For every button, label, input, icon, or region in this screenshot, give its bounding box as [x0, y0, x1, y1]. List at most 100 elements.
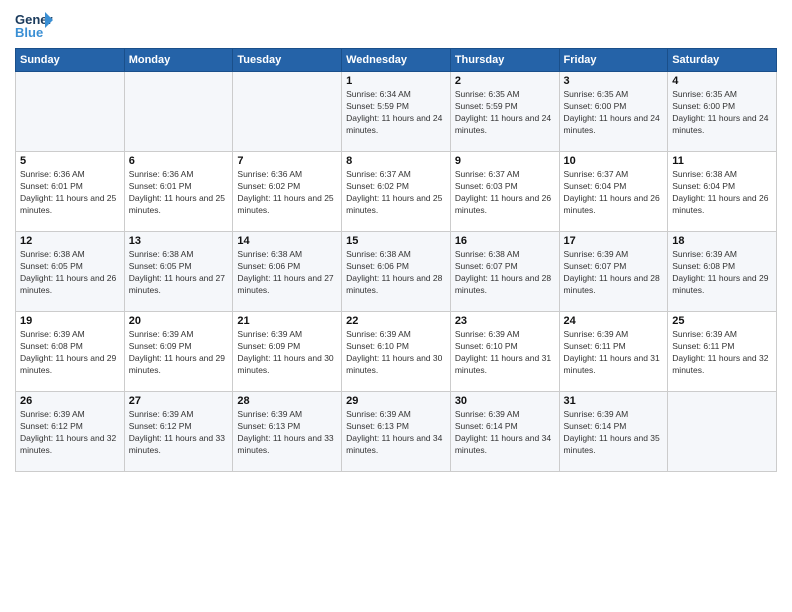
day-number: 26 — [20, 395, 120, 407]
day-number: 24 — [564, 315, 664, 327]
table-row: 22 Sunrise: 6:39 AMSunset: 6:10 PMDayligh… — [342, 312, 451, 392]
table-row: 28Sunrise: 6:39 AMSunset: 6:13 PMDayligh… — [233, 392, 342, 472]
day-info: Sunrise: 6:39 AMSunset: 6:10 PMDaylight:… — [346, 329, 446, 377]
table-row: 21Sunrise: 6:39 AMSunset: 6:09 PMDayligh… — [233, 312, 342, 392]
table-row — [668, 392, 777, 472]
logo: General Blue — [15, 10, 53, 40]
table-row: 10 Sunrise: 6:37 AMSunset: 6:04 PMDayligh… — [559, 152, 668, 232]
day-number: 8 — [346, 155, 446, 167]
day-number: 22 — [346, 315, 446, 327]
table-row: 12 Sunrise: 6:38 AMSunset: 6:05 PMDayligh… — [16, 232, 125, 312]
day-number: 4 — [672, 75, 772, 87]
dow-thursday: Thursday — [450, 49, 559, 72]
table-row: 31 Sunrise: 6:39 AMSunset: 6:14 PMDayligh… — [559, 392, 668, 472]
table-row: 30 Sunrise: 6:39 AMSunset: 6:14 PMDayligh… — [450, 392, 559, 472]
dow-tuesday: Tuesday — [233, 49, 342, 72]
week-row-5: 26 Sunrise: 6:39 AMSunset: 6:12 PMDayligh… — [16, 392, 777, 472]
table-row: 26 Sunrise: 6:39 AMSunset: 6:12 PMDayligh… — [16, 392, 125, 472]
table-row: 16Sunrise: 6:38 AMSunset: 6:07 PMDayligh… — [450, 232, 559, 312]
table-row — [233, 72, 342, 152]
day-info: Sunrise: 6:37 AMSunset: 6:04 PMDaylight:… — [564, 169, 664, 217]
day-info: Sunrise: 6:39 AMSunset: 6:12 PMDaylight:… — [129, 409, 229, 457]
day-info: Sunrise: 6:39 AMSunset: 6:14 PMDaylight:… — [455, 409, 555, 457]
day-info: Sunrise: 6:36 AMSunset: 6:01 PMDaylight:… — [129, 169, 229, 217]
day-info: Sunrise: 6:37 AMSunset: 6:02 PMDaylight:… — [346, 169, 446, 217]
day-number: 12 — [20, 235, 120, 247]
day-info: Sunrise: 6:39 AMSunset: 6:07 PMDaylight:… — [564, 249, 664, 297]
table-row: 14 Sunrise: 6:38 AMSunset: 6:06 PMDayligh… — [233, 232, 342, 312]
logo-icon: General Blue — [15, 10, 53, 40]
calendar-body: 1Sunrise: 6:34 AMSunset: 5:59 PMDaylight… — [16, 72, 777, 472]
table-row: 4 Sunrise: 6:35 AMSunset: 6:00 PMDaylight… — [668, 72, 777, 152]
table-row: 11 Sunrise: 6:38 AMSunset: 6:04 PMDayligh… — [668, 152, 777, 232]
table-row: 6 Sunrise: 6:36 AMSunset: 6:01 PMDaylight… — [124, 152, 233, 232]
day-number: 14 — [237, 235, 337, 247]
table-row: 24 Sunrise: 6:39 AMSunset: 6:11 PMDayligh… — [559, 312, 668, 392]
svg-text:Blue: Blue — [15, 25, 43, 40]
day-of-week-row: SundayMondayTuesdayWednesdayThursdayFrid… — [16, 49, 777, 72]
table-row: 20Sunrise: 6:39 AMSunset: 6:09 PMDayligh… — [124, 312, 233, 392]
day-info: Sunrise: 6:37 AMSunset: 6:03 PMDaylight:… — [455, 169, 555, 217]
day-info: Sunrise: 6:39 AMSunset: 6:08 PMDaylight:… — [20, 329, 120, 377]
table-row: 8 Sunrise: 6:37 AMSunset: 6:02 PMDaylight… — [342, 152, 451, 232]
table-row: 25Sunrise: 6:39 AMSunset: 6:11 PMDayligh… — [668, 312, 777, 392]
day-number: 23 — [455, 315, 555, 327]
day-info: Sunrise: 6:36 AMSunset: 6:01 PMDaylight:… — [20, 169, 120, 217]
day-number: 19 — [20, 315, 120, 327]
day-info: Sunrise: 6:35 AMSunset: 6:00 PMDaylight:… — [564, 89, 664, 137]
day-info: Sunrise: 6:39 AMSunset: 6:08 PMDaylight:… — [672, 249, 772, 297]
day-info: Sunrise: 6:39 AMSunset: 6:11 PMDaylight:… — [564, 329, 664, 377]
dow-saturday: Saturday — [668, 49, 777, 72]
week-row-4: 19 Sunrise: 6:39 AMSunset: 6:08 PMDayligh… — [16, 312, 777, 392]
day-info: Sunrise: 6:39 AMSunset: 6:09 PMDaylight:… — [129, 329, 229, 377]
calendar-table: SundayMondayTuesdayWednesdayThursdayFrid… — [15, 48, 777, 472]
day-info: Sunrise: 6:39 AMSunset: 6:14 PMDaylight:… — [564, 409, 664, 457]
table-row: 9 Sunrise: 6:37 AMSunset: 6:03 PMDaylight… — [450, 152, 559, 232]
table-row: 15 Sunrise: 6:38 AMSunset: 6:06 PMDayligh… — [342, 232, 451, 312]
table-row: 2Sunrise: 6:35 AMSunset: 5:59 PMDaylight… — [450, 72, 559, 152]
day-number: 27 — [129, 395, 229, 407]
day-info: Sunrise: 6:38 AMSunset: 6:07 PMDaylight:… — [455, 249, 555, 297]
day-number: 6 — [129, 155, 229, 167]
day-number: 1 — [346, 75, 446, 87]
day-info: Sunrise: 6:39 AMSunset: 6:12 PMDaylight:… — [20, 409, 120, 457]
day-info: Sunrise: 6:39 AMSunset: 6:11 PMDaylight:… — [672, 329, 772, 377]
day-number: 30 — [455, 395, 555, 407]
day-number: 18 — [672, 235, 772, 247]
week-row-3: 12 Sunrise: 6:38 AMSunset: 6:05 PMDayligh… — [16, 232, 777, 312]
day-info: Sunrise: 6:38 AMSunset: 6:05 PMDaylight:… — [129, 249, 229, 297]
day-info: Sunrise: 6:38 AMSunset: 6:05 PMDaylight:… — [20, 249, 120, 297]
week-row-2: 5Sunrise: 6:36 AMSunset: 6:01 PMDaylight… — [16, 152, 777, 232]
day-info: Sunrise: 6:39 AMSunset: 6:10 PMDaylight:… — [455, 329, 555, 377]
table-row: 7Sunrise: 6:36 AMSunset: 6:02 PMDaylight… — [233, 152, 342, 232]
day-info: Sunrise: 6:38 AMSunset: 6:04 PMDaylight:… — [672, 169, 772, 217]
day-info: Sunrise: 6:35 AMSunset: 5:59 PMDaylight:… — [455, 89, 555, 137]
page-container: General Blue SundayMondayTuesdayWednesda… — [0, 0, 792, 477]
table-row: 17 Sunrise: 6:39 AMSunset: 6:07 PMDayligh… — [559, 232, 668, 312]
day-number: 17 — [564, 235, 664, 247]
day-info: Sunrise: 6:35 AMSunset: 6:00 PMDaylight:… — [672, 89, 772, 137]
header: General Blue — [15, 10, 777, 40]
day-number: 15 — [346, 235, 446, 247]
table-row: 5Sunrise: 6:36 AMSunset: 6:01 PMDaylight… — [16, 152, 125, 232]
day-number: 10 — [564, 155, 664, 167]
day-info: Sunrise: 6:39 AMSunset: 6:13 PMDaylight:… — [346, 409, 446, 457]
day-number: 31 — [564, 395, 664, 407]
day-number: 9 — [455, 155, 555, 167]
day-number: 13 — [129, 235, 229, 247]
day-info: Sunrise: 6:39 AMSunset: 6:09 PMDaylight:… — [237, 329, 337, 377]
table-row — [16, 72, 125, 152]
day-number: 29 — [346, 395, 446, 407]
table-row: 27 Sunrise: 6:39 AMSunset: 6:12 PMDayligh… — [124, 392, 233, 472]
table-row: 3Sunrise: 6:35 AMSunset: 6:00 PMDaylight… — [559, 72, 668, 152]
day-info: Sunrise: 6:39 AMSunset: 6:13 PMDaylight:… — [237, 409, 337, 457]
table-row: 19 Sunrise: 6:39 AMSunset: 6:08 PMDayligh… — [16, 312, 125, 392]
day-info: Sunrise: 6:38 AMSunset: 6:06 PMDaylight:… — [346, 249, 446, 297]
table-row: 1Sunrise: 6:34 AMSunset: 5:59 PMDaylight… — [342, 72, 451, 152]
dow-sunday: Sunday — [16, 49, 125, 72]
dow-wednesday: Wednesday — [342, 49, 451, 72]
dow-monday: Monday — [124, 49, 233, 72]
day-number: 7 — [237, 155, 337, 167]
day-info: Sunrise: 6:38 AMSunset: 6:06 PMDaylight:… — [237, 249, 337, 297]
day-number: 11 — [672, 155, 772, 167]
